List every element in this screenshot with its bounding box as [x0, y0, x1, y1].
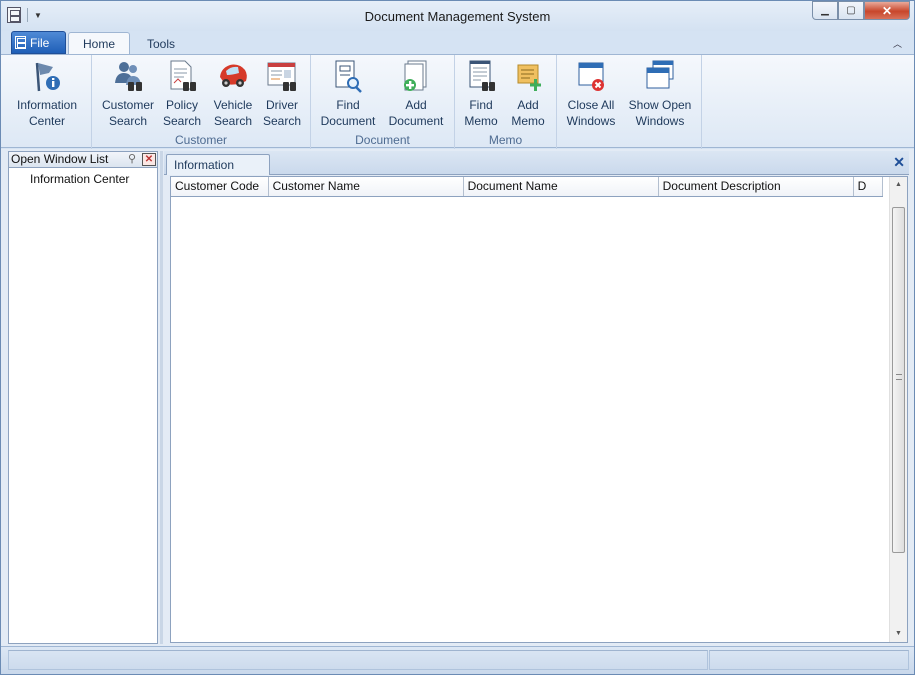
documents-grid: Customer Code Customer Name Document Nam…: [170, 176, 908, 643]
scroll-up-icon[interactable]: ▲: [890, 177, 907, 193]
file-menu-icon: [15, 36, 26, 49]
users-binoculars-icon: [112, 59, 144, 93]
add-document-button[interactable]: Add Document: [385, 59, 447, 129]
information-center-label-2: Center: [28, 114, 66, 128]
group-windows: Close All Windows Show Open Windows: [557, 55, 702, 149]
ribbon-tab-row: File Home Tools ︿: [1, 31, 914, 55]
vertical-scrollbar[interactable]: ▲ ▼: [889, 177, 907, 642]
group-memo: Find Memo Add Memo Memo: [455, 55, 557, 149]
policy-search-label-1: Policy: [165, 98, 198, 112]
customer-search-button[interactable]: Customer Search: [100, 59, 156, 129]
tab-home[interactable]: Home: [68, 32, 130, 55]
column-document-name[interactable]: Document Name: [464, 177, 659, 196]
pin-icon[interactable]: ⚲: [125, 153, 139, 166]
open-window-list-header: Open Window List ⚲ ✕: [9, 152, 157, 168]
open-window-list-pane: Open Window List ⚲ ✕ Information Center: [8, 151, 158, 644]
information-center-label-1: Information: [16, 98, 78, 112]
tab-tools[interactable]: Tools: [137, 32, 185, 55]
find-memo-button[interactable]: Find Memo: [461, 59, 501, 129]
app-window: ▼ Document Management System ▁ ▢ ✕ File …: [0, 0, 915, 675]
group-information: Information Center: [1, 55, 92, 149]
close-document-icon[interactable]: ✕: [893, 154, 905, 171]
scrollbar-thumb[interactable]: [892, 207, 905, 553]
customer-search-label-2: Search: [108, 114, 148, 128]
window-title: Document Management System: [364, 9, 551, 24]
show-open-windows-button[interactable]: Show Open Windows: [627, 59, 693, 129]
restore-icon: ▢: [846, 5, 856, 16]
tab-tools-label: Tools: [146, 36, 175, 51]
column-truncated[interactable]: D: [854, 177, 883, 196]
document-tab-strip: Information Center ✕: [164, 151, 909, 192]
status-bar: [1, 646, 914, 674]
pane-splitter[interactable]: [160, 151, 163, 644]
document-binoculars-icon: [166, 59, 198, 93]
file-tab-label: File: [30, 35, 50, 50]
show-open-windows-label-2: Windows: [635, 114, 685, 128]
group-customer: Customer Search Policy Search Vehicle Se…: [92, 55, 311, 149]
window-controls: ▁ ▢ ✕: [812, 1, 910, 20]
close-all-windows-label-2: Windows: [566, 114, 616, 128]
group-memo-label: Memo: [488, 133, 523, 147]
ribbon-collapse-icon[interactable]: ︿: [893, 37, 902, 50]
close-all-windows-button[interactable]: Close All Windows: [563, 59, 619, 129]
workspace: Open Window List ⚲ ✕ Information Center …: [1, 149, 914, 646]
group-document-label: Document: [355, 133, 410, 147]
open-window-list-title: Open Window List: [11, 152, 109, 166]
scrollbar-grip-icon: [896, 374, 902, 380]
close-button[interactable]: ✕: [864, 1, 910, 20]
group-document: Find Document Add Document Document: [311, 55, 455, 149]
column-document-description[interactable]: Document Description: [659, 177, 854, 196]
driver-search-label-2: Search: [262, 114, 302, 128]
scroll-down-icon[interactable]: ▼: [890, 626, 907, 642]
maximize-button[interactable]: ▢: [838, 1, 864, 20]
pane-close-icon[interactable]: ✕: [142, 153, 156, 166]
ribbon: Information Center Customer Search Polic…: [1, 54, 914, 149]
memo-plus-icon: [512, 59, 544, 93]
list-item[interactable]: Information Center: [9, 168, 157, 186]
tab-home-label: Home: [82, 37, 115, 51]
driver-search-button[interactable]: Driver Search: [260, 59, 304, 129]
close-icon: ✕: [881, 3, 893, 18]
column-customer-code[interactable]: Customer Code: [171, 177, 269, 196]
flag-info-icon: [31, 59, 63, 93]
add-memo-label-2: Memo: [511, 114, 545, 128]
customer-search-label-1: Customer: [101, 98, 154, 112]
minimize-icon: ▁: [821, 5, 829, 16]
add-memo-button[interactable]: Add Memo: [507, 59, 549, 129]
show-open-windows-label-1: Show Open: [628, 98, 692, 112]
tab-information-center[interactable]: Information Center: [166, 154, 270, 192]
grid-header-row: Customer Code Customer Name Document Nam…: [171, 177, 883, 197]
status-panel-secondary: [709, 650, 909, 670]
find-memo-label-1: Find: [469, 98, 493, 112]
policy-search-label-2: Search: [162, 114, 202, 128]
document-plus-icon: [400, 59, 432, 93]
vehicle-search-button[interactable]: Vehicle Search: [210, 59, 256, 129]
find-document-button[interactable]: Find Document: [317, 59, 379, 129]
find-document-label-2: Document: [320, 114, 376, 128]
title-bar: ▼ Document Management System ▁ ▢ ✕: [1, 1, 914, 31]
column-customer-name[interactable]: Customer Name: [269, 177, 464, 196]
car-icon: [217, 59, 249, 93]
add-document-label-1: Add: [405, 98, 427, 112]
document-magnifier-icon: [332, 59, 364, 93]
file-tab[interactable]: File: [11, 31, 66, 54]
close-all-windows-label-1: Close All: [567, 98, 615, 112]
driver-search-label-1: Driver: [266, 98, 298, 112]
add-document-label-2: Document: [388, 114, 444, 128]
find-document-label-1: Find: [336, 98, 360, 112]
windows-close-icon: [575, 59, 607, 93]
memo-binoculars-icon: [465, 59, 497, 93]
find-memo-label-2: Memo: [464, 114, 498, 128]
policy-search-button[interactable]: Policy Search: [160, 59, 204, 129]
add-memo-label-1: Add: [517, 98, 539, 112]
group-customer-label: Customer: [174, 133, 227, 147]
vehicle-search-label-2: Search: [213, 114, 253, 128]
license-binoculars-icon: [266, 59, 298, 93]
stacked-windows-icon: [644, 59, 676, 93]
status-panel-main: [8, 650, 708, 670]
information-center-button[interactable]: Information Center: [15, 59, 79, 129]
vehicle-search-label-1: Vehicle: [213, 98, 253, 112]
minimize-button[interactable]: ▁: [812, 1, 838, 20]
